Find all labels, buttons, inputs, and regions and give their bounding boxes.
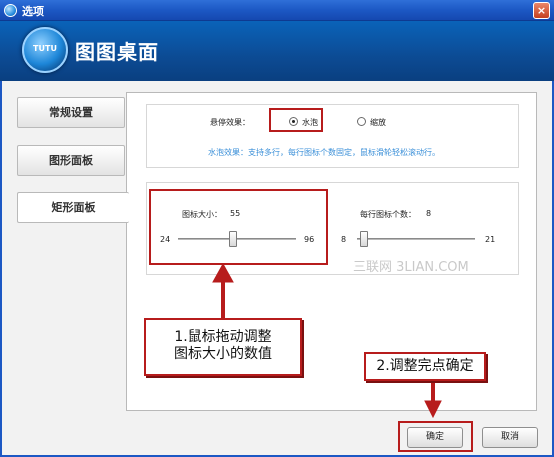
callout-confirm: 2.调整完点确定 [364,352,486,381]
annotation-arrows [212,262,442,419]
callout-drag-slider: 1.鼠标拖动调整 图标大小的数值 [144,318,302,376]
arrow-2-head [424,400,442,419]
callout-1-line-1: 1.鼠标拖动调整 [174,329,272,345]
cancel-button[interactable]: 取消 [482,427,538,448]
ok-button[interactable]: 确定 [407,427,463,448]
tab-rect-panel[interactable]: 矩形面板 [17,192,129,223]
callout-1-line-2: 图标大小的数值 [174,346,272,362]
arrow-1-head [212,262,234,283]
